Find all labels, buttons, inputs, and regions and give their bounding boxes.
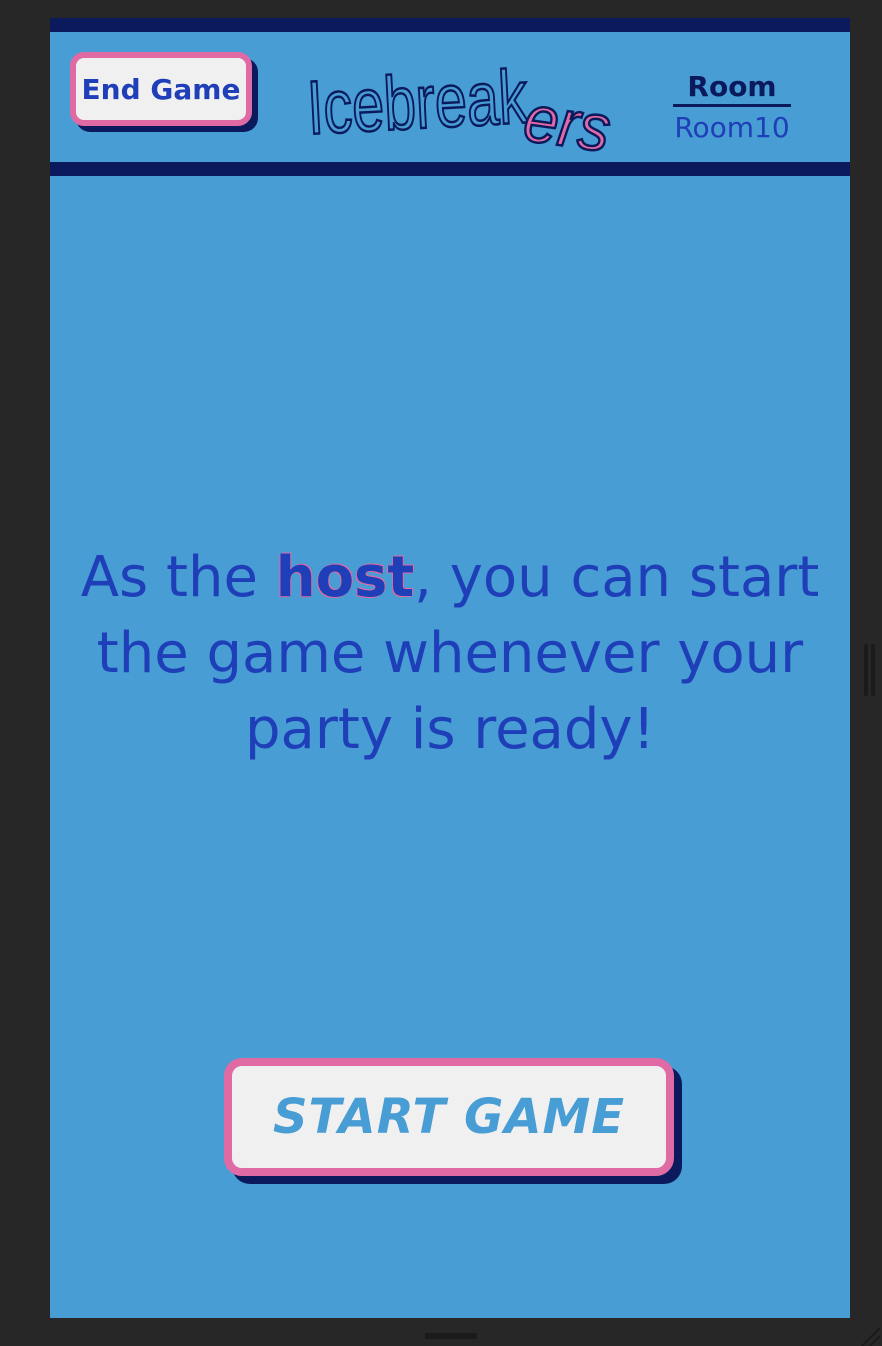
top-border (50, 18, 850, 32)
host-message: As the host, you can start the game when… (70, 540, 830, 768)
message-prefix: As the (80, 545, 276, 610)
host-emphasis: host (275, 545, 415, 610)
resize-grip-icon[interactable] (856, 1322, 880, 1346)
resize-handle-side[interactable] (862, 644, 876, 696)
room-label: Room (673, 70, 791, 107)
room-info: Room Room10 (662, 70, 802, 145)
start-game-button[interactable]: START GAME (224, 1058, 674, 1176)
icebreakers-logo: Icebreak ers (304, 53, 616, 166)
room-code: Room10 (674, 111, 790, 144)
header: End Game Icebreak ers Room Room10 (50, 32, 850, 166)
logo-accent-text: ers (520, 80, 615, 165)
end-game-button[interactable]: End Game (70, 52, 252, 126)
resize-handle-bottom[interactable] (425, 1333, 477, 1339)
logo-main-text: Icebreak (305, 54, 530, 150)
header-border (50, 162, 850, 176)
app-screen: End Game Icebreak ers Room Room10 As the… (50, 18, 850, 1318)
